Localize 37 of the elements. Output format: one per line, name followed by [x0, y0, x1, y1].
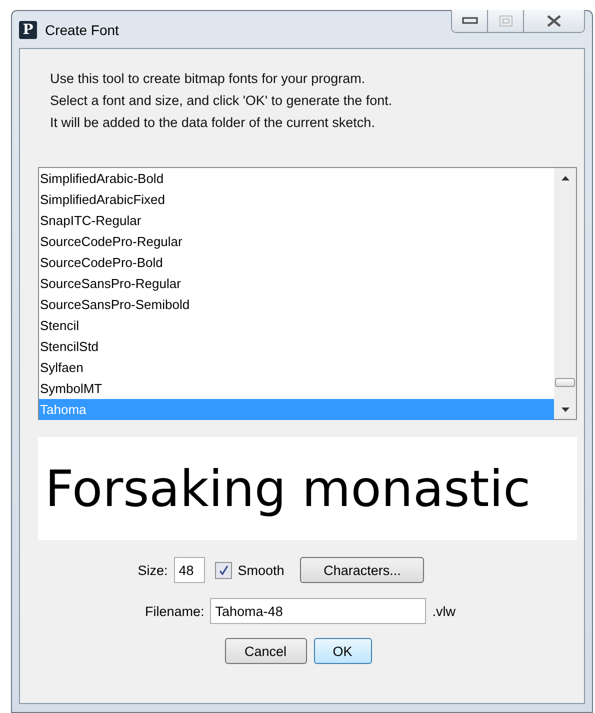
- smooth-label: Smooth: [238, 562, 284, 578]
- checkmark-icon: [218, 564, 229, 576]
- file-extension: .vlw: [432, 604, 456, 618]
- font-list-item[interactable]: SourceCodePro-Bold: [39, 252, 554, 273]
- window-title: Create Font: [45, 22, 119, 38]
- font-list-item[interactable]: SimplifiedArabicFixed: [39, 189, 554, 210]
- close-button[interactable]: [524, 10, 584, 32]
- instruction-text: Select a font and size, and click 'OK' to generate the font.: [50, 92, 394, 110]
- minimize-icon: [462, 17, 478, 25]
- instruction-text: It will be added to the data folder of the current sketch.: [50, 114, 376, 132]
- close-icon: [546, 15, 562, 27]
- font-list-item[interactable]: Stencil: [39, 315, 554, 336]
- font-list-item[interactable]: StencilStd: [39, 336, 554, 357]
- font-list-item[interactable]: SimplifiedArabic-Bold: [39, 168, 554, 189]
- font-list-item[interactable]: SourceSansPro-Semibold: [39, 294, 554, 315]
- scroll-up-icon: [560, 175, 570, 181]
- font-list-item[interactable]: SourceCodePro-Regular: [39, 231, 554, 252]
- dialog-button[interactable]: OK: [314, 638, 372, 664]
- filename-field[interactable]: Tahoma-48: [210, 598, 426, 624]
- font-list-item[interactable]: Sylfaen: [39, 357, 554, 378]
- smooth-checkbox[interactable]: [214, 562, 232, 578]
- preview-text: Forsaking monastic: [44, 460, 531, 518]
- font-list-item[interactable]: SymbolMT: [39, 378, 554, 399]
- maximize-icon: [498, 15, 512, 27]
- font-list-item[interactable]: SourceSansPro-Regular: [39, 273, 554, 294]
- instruction-text: Use this tool to create bitmap fonts for your program.: [50, 70, 366, 88]
- app-logo: P: [19, 20, 37, 38]
- characters-button[interactable]: Characters...: [300, 557, 424, 583]
- size-label: Size:: [138, 562, 168, 578]
- font-list-item[interactable]: SnapITC-Regular: [39, 210, 554, 231]
- size-field[interactable]: 48: [174, 557, 205, 583]
- scroll-down-icon: [560, 407, 570, 413]
- scrollbar[interactable]: [554, 168, 576, 419]
- filename-label: Filename:: [145, 604, 204, 618]
- scrollbar-thumb[interactable]: [555, 378, 575, 387]
- minimize-button[interactable]: [452, 10, 488, 32]
- dialog-button[interactable]: Cancel: [224, 638, 306, 664]
